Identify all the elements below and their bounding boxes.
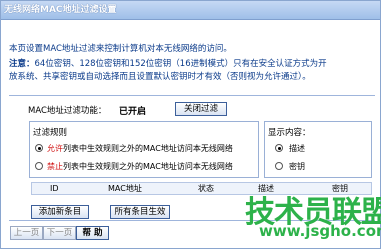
- panel-title: 无线网络MAC地址过滤设置: [1, 1, 380, 20]
- note-line1: 64位密钥、128位密钥和152位密钥（16进制模式）只有在安全认证方式为开: [34, 59, 327, 69]
- filter-rules-legend: 过滤规则: [33, 128, 68, 138]
- note-label: 注意：: [9, 59, 35, 69]
- settings-panel: 无线网络MAC地址过滤设置 本页设置MAC地址过滤来控制计算机对本无线网络的访问…: [0, 0, 381, 249]
- col-mac: MAC地址: [108, 184, 142, 193]
- allow-text: 列表中生效规则之外的MAC地址访问本无线网络: [63, 144, 233, 153]
- next-page-button[interactable]: 下一页: [43, 226, 76, 240]
- add-entry-button[interactable]: 添加新条目: [31, 205, 89, 219]
- deny-rule-text: 禁止列表中生效规则之外的MAC地址访问本无线网络: [47, 161, 233, 172]
- deny-prefix: 禁止: [47, 162, 63, 171]
- allow-prefix: 允许: [47, 144, 63, 153]
- note-text: 注意：64位密钥、128位密钥和152位密钥（16进制模式）只有在安全认证方式为…: [9, 58, 375, 84]
- watermark-url: www.jsgho.com: [259, 222, 381, 240]
- display-legend: 显示内容：: [268, 128, 311, 138]
- deny-text: 列表中生效规则之外的MAC地址访问本无线网络: [63, 162, 233, 171]
- mac-filter-status: 已开启: [119, 107, 147, 117]
- enable-all-button[interactable]: 所有条目生效: [110, 205, 170, 219]
- mac-filter-label: MAC地址过滤功能：: [28, 106, 107, 116]
- prev-page-button[interactable]: 上一页: [10, 226, 43, 240]
- allow-rule-text: 允许列表中生效规则之外的MAC地址访问本无线网络: [47, 143, 233, 154]
- help-button[interactable]: 帮 助: [76, 226, 109, 240]
- display-group: 显示内容： 描述 密钥: [264, 121, 372, 178]
- show-key-label: 密钥: [289, 162, 305, 171]
- note-line2: 放系统、共享密钥或自动选择而且设置默认密钥时才有效（否则视为允许通过）。: [9, 72, 311, 82]
- intro-text: 本页设置MAC地址过滤来控制计算机对本无线网络的访问。: [9, 44, 232, 54]
- allow-radio[interactable]: [35, 144, 43, 152]
- col-status: 状态: [198, 184, 214, 193]
- show-description-radio[interactable]: [275, 144, 283, 152]
- close-filter-button[interactable]: 关闭过滤: [175, 102, 227, 116]
- show-key-radio[interactable]: [275, 162, 283, 170]
- show-description-label: 描述: [289, 144, 305, 153]
- filter-rules-group: 过滤规则 允许列表中生效规则之外的MAC地址访问本无线网络 禁止列表中生效规则之…: [29, 121, 259, 178]
- col-id: ID: [50, 184, 59, 193]
- divider: [9, 95, 375, 96]
- deny-radio[interactable]: [35, 162, 43, 170]
